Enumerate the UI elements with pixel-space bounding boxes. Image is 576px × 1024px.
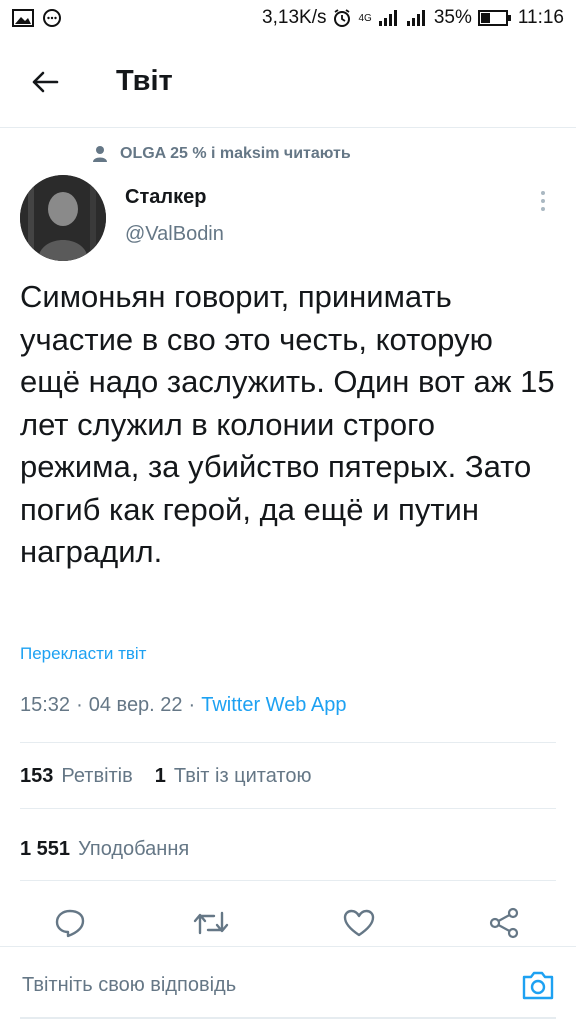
translate-link[interactable]: Перекласти твіт [20, 644, 146, 664]
meta-separator: · [188, 694, 196, 716]
tweet-source[interactable]: Twitter Web App [201, 694, 346, 717]
person-icon [93, 146, 107, 162]
camera-button[interactable] [518, 965, 558, 1005]
tweet-meta: 15:32 · 04 вер. 22 · Twitter Web App [20, 694, 346, 717]
network-type: 4G [358, 12, 372, 24]
more-options-button[interactable] [530, 186, 556, 216]
author-handle[interactable]: @ValBodin [125, 223, 224, 246]
quotes-count: 1 [154, 765, 166, 787]
more-vertical-icon [541, 191, 545, 195]
social-context-text: OLGA 25 % і maksim читають [120, 145, 351, 162]
comment-icon [55, 909, 85, 938]
quotes-label: Твіт із цитатою [173, 765, 312, 787]
share-button[interactable] [484, 903, 524, 943]
battery-icon [477, 9, 512, 27]
divider [20, 742, 556, 743]
author-info[interactable]: Сталкер @ValBodin [125, 186, 224, 246]
reply-input[interactable]: Твітніть свою відповідь [22, 974, 236, 997]
avatar[interactable] [20, 175, 106, 261]
divider [20, 808, 556, 809]
tweet-actions [0, 900, 576, 946]
likes-count: 1 551 [20, 838, 71, 860]
back-button[interactable] [0, 36, 90, 128]
arrow-left-icon [32, 71, 59, 92]
likes-stats: 1 551 Уподобання [20, 838, 211, 861]
retweet-stats: 153 Ретвітів 1 Твіт із цитатою [20, 765, 334, 788]
like-button[interactable] [339, 903, 379, 943]
battery-percent: 35% [433, 7, 472, 28]
reply-bar: Твітніть свою відповідь [0, 946, 576, 1024]
chat-notification-icon [42, 8, 62, 28]
social-context[interactable]: OLGA 25 % і maksim читають [92, 145, 351, 163]
signal-icon [378, 9, 400, 27]
reply-underline [20, 1017, 556, 1019]
signal-icon-2 [406, 9, 428, 27]
author-name[interactable]: Сталкер [125, 186, 224, 209]
retweet-icon [193, 911, 229, 935]
heart-icon [343, 909, 375, 937]
quotes-stat[interactable]: 1 Твіт із цитатою [155, 765, 312, 788]
network-speed: 3,13K/s [262, 7, 327, 28]
tweet-time: 15:32 [20, 694, 71, 716]
reply-button[interactable] [50, 903, 90, 943]
status-bar: 3,13K/s 4G 35% 11:16 [0, 0, 576, 36]
tweet-date: 04 вер. 22 [88, 694, 183, 716]
meta-separator: · [76, 694, 83, 716]
retweets-stat[interactable]: 153 Ретвітів [20, 765, 133, 788]
camera-icon [522, 971, 554, 1000]
retweets-count: 153 [20, 765, 54, 787]
share-icon [489, 907, 519, 939]
likes-stat[interactable]: 1 551 Уподобання [20, 838, 189, 861]
gallery-notification-icon [12, 9, 34, 27]
tweet-text: Симоньян говорит, принимать участие в св… [20, 279, 555, 569]
retweets-label: Ретвітів [61, 765, 133, 787]
likes-label: Уподобання [78, 838, 190, 860]
alarm-icon [332, 8, 352, 28]
page-title: Твіт [116, 65, 173, 97]
clock: 11:16 [517, 7, 564, 28]
divider [20, 880, 556, 881]
retweet-button[interactable] [191, 903, 231, 943]
app-header: Твіт [0, 36, 576, 128]
